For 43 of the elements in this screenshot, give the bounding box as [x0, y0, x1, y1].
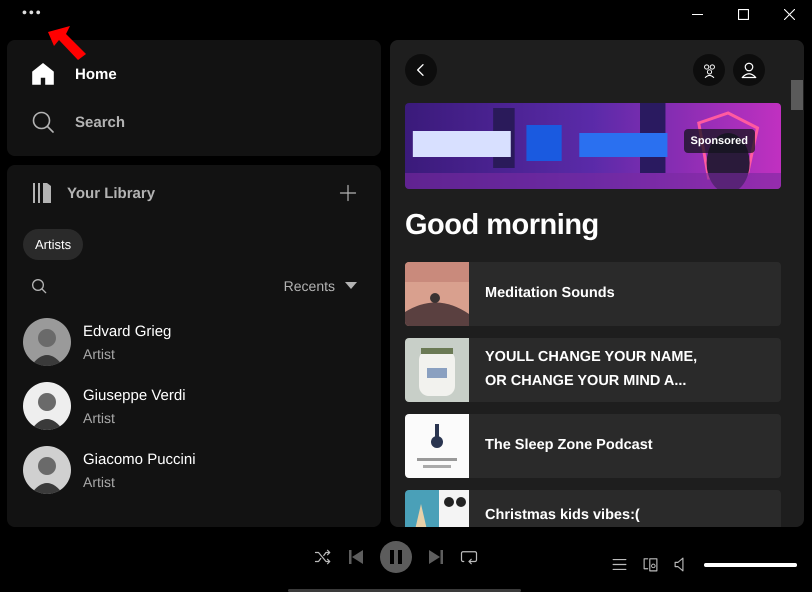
sponsored-badge: Sponsored: [684, 129, 755, 153]
artist-name[interactable]: Giacomo Puccini: [83, 450, 196, 468]
shortcut-title: Meditation Sounds: [484, 284, 616, 304]
artist-type: Artist: [83, 474, 116, 490]
shortcut-card[interactable]: Christmas kids vibes:(: [405, 490, 781, 527]
shortcut-title: The Sleep Zone Podcast: [484, 436, 654, 456]
sort-dropdown[interactable]: Recents: [284, 278, 357, 294]
plus-icon[interactable]: [339, 184, 357, 202]
pause-icon: [390, 550, 402, 564]
friends-button[interactable]: [693, 54, 725, 86]
shortcut-card[interactable]: Meditation Sounds: [405, 262, 781, 326]
user-icon: [740, 61, 758, 79]
device-icon[interactable]: [642, 556, 659, 573]
artist-name[interactable]: Edvard Grieg: [83, 322, 172, 340]
shortcut-title: YOULL CHANGE YOUR NAME, OR CHANGE YOUR MIND A...: [484, 348, 698, 391]
pointer-arrow: [46, 26, 88, 62]
shortcut-card[interactable]: YOULL CHANGE YOUR NAME, OR CHANGE YOUR MIND A...: [405, 338, 781, 402]
artist-type: Artist: [83, 410, 116, 426]
nav-item[interactable]: Search: [31, 98, 357, 146]
artist-name[interactable]: Giuseppe Verdi: [83, 386, 186, 404]
queue-icon[interactable]: [611, 556, 628, 573]
search-icon[interactable]: [31, 278, 47, 294]
search-icon: [31, 110, 55, 134]
artist-type: Artist: [83, 346, 116, 362]
next-icon[interactable]: [428, 548, 444, 564]
greeting-heading: Good morning: [405, 209, 600, 242]
shortcut-title: Christmas kids vibes:(: [484, 506, 641, 525]
filter-chip[interactable]: Artists: [23, 229, 84, 260]
shortcut-card[interactable]: The Sleep Zone Podcast: [405, 414, 781, 478]
caret-icon: [345, 282, 357, 290]
library-icon[interactable]: [31, 182, 53, 204]
nav-item[interactable]: Home: [31, 50, 357, 98]
back-button[interactable]: [405, 54, 437, 86]
more-menu[interactable]: •••: [22, 5, 43, 19]
profile-button[interactable]: [733, 54, 765, 86]
pause-button[interactable]: [380, 540, 412, 572]
home-icon: [31, 62, 55, 86]
previous-icon[interactable]: [348, 548, 364, 564]
shuffle-icon[interactable]: [314, 548, 332, 566]
maximize-icon[interactable]: [738, 8, 748, 20]
scrollbar-thumb[interactable]: [791, 80, 803, 110]
close-icon[interactable]: [784, 8, 794, 20]
library-title: Your Library: [67, 184, 156, 202]
